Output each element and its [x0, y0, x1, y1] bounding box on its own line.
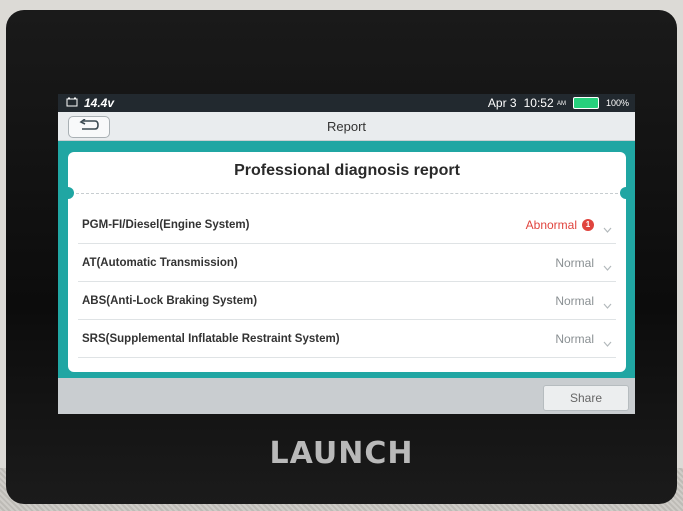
report-title: Professional diagnosis report: [234, 162, 460, 179]
clock: 10:52 AM: [524, 96, 566, 110]
card-notch-right: [620, 187, 626, 199]
system-name: SRS(Supplemental Inflatable Restraint Sy…: [82, 332, 340, 345]
battery-icon: [572, 97, 599, 109]
system-row-abs[interactable]: ABS(Anti-Lock Braking System) Normal: [78, 282, 616, 320]
status-text: Normal: [555, 255, 594, 270]
system-list: PGM-FI/Diesel(Engine System) Abnormal 1 …: [78, 206, 616, 358]
ampm: AM: [556, 100, 566, 107]
system-status: Normal: [555, 282, 594, 319]
share-button[interactable]: Share: [543, 385, 629, 411]
chevron-down-icon[interactable]: [603, 334, 612, 352]
system-status: Abnormal 1: [526, 206, 594, 243]
time: 10:52: [523, 96, 554, 110]
status-text: Abnormal: [525, 217, 577, 232]
status-bar: 14.4v Apr 3 10:52 AM 100%: [58, 94, 635, 112]
device-brand-logo: LAUNCH: [269, 436, 414, 471]
system-row-transmission[interactable]: AT(Automatic Transmission) Normal: [78, 244, 616, 282]
chevron-down-icon[interactable]: [603, 258, 612, 276]
report-card: Professional diagnosis report PGM-FI/Die…: [68, 152, 626, 372]
system-status: Normal: [555, 244, 594, 281]
page-title: Report: [326, 119, 367, 134]
bottom-bar: Share: [58, 378, 635, 414]
date: Apr 3: [487, 96, 517, 110]
vehicle-battery-icon: [66, 96, 78, 110]
card-notch-left: [68, 187, 74, 199]
device-screen: 14.4v Apr 3 10:52 AM 100% Report Profess…: [58, 94, 635, 414]
system-name: PGM-FI/Diesel(Engine System): [82, 218, 250, 231]
system-row-engine[interactable]: PGM-FI/Diesel(Engine System) Abnormal 1: [78, 206, 616, 244]
fault-count-badge: 1: [582, 218, 594, 231]
status-text: Normal: [555, 293, 594, 308]
system-row-srs[interactable]: SRS(Supplemental Inflatable Restraint Sy…: [78, 320, 616, 358]
system-name: ABS(Anti-Lock Braking System): [82, 294, 258, 307]
status-text: Normal: [555, 331, 594, 346]
system-name: AT(Automatic Transmission): [82, 256, 238, 269]
title-bar: Report: [58, 112, 635, 141]
voltage-reading: 14.4v: [84, 96, 115, 110]
chevron-down-icon[interactable]: [603, 220, 612, 238]
battery-percent: 100%: [605, 98, 629, 108]
divider: [76, 193, 618, 194]
chevron-down-icon[interactable]: [603, 296, 612, 314]
system-status: Normal: [555, 320, 594, 357]
